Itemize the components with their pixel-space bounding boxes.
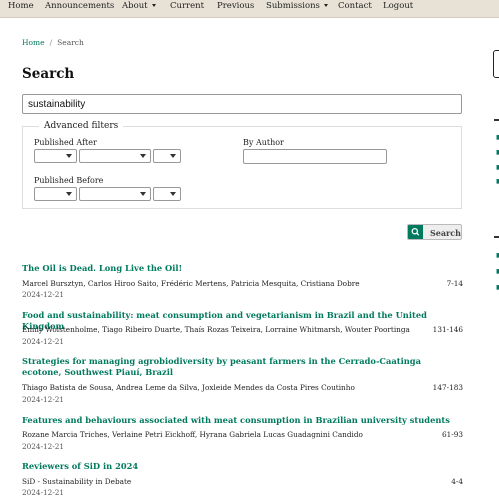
sidebar-heading: [494, 119, 499, 121]
chevron-down-icon: [151, 4, 156, 7]
result-pages: 4-4: [451, 477, 463, 486]
advanced-filters: Advanced filters Published After By Auth…: [22, 121, 462, 209]
by-author-label: By Author: [243, 138, 284, 147]
nav-about[interactable]: About: [122, 1, 156, 11]
nav-current[interactable]: Current: [170, 1, 204, 11]
search-icon: [411, 227, 420, 236]
result-title-link[interactable]: The Oil is Dead. Long Live the Oil!: [22, 263, 462, 274]
published-after-label: Published After: [34, 138, 97, 147]
published-after-year-select[interactable]: [34, 149, 77, 163]
nav-contact[interactable]: Contact: [338, 1, 372, 11]
result-authors: Emily Wolstenholme, Tiago Ribeiro Duarte…: [22, 325, 410, 334]
nav-submissions[interactable]: Submissions: [266, 1, 328, 11]
result-authors: Thiago Batista de Sousa, Andrea Leme da …: [22, 383, 355, 392]
top-navigation: Home Announcements About Current Previou…: [0, 0, 499, 18]
nav-logout[interactable]: Logout: [383, 1, 413, 11]
result-authors: Rozane Marcia Triches, Verlaine Petri Ei…: [22, 430, 363, 439]
result-date: 2024-12-21: [22, 442, 65, 451]
published-after-day-select[interactable]: [153, 149, 181, 163]
advanced-filters-legend: Advanced filters: [39, 121, 124, 131]
result-date: 2024-12-21: [22, 337, 65, 346]
nav-previous[interactable]: Previous: [217, 1, 254, 11]
nav-submissions-label: Submissions: [266, 1, 320, 11]
result-title-link[interactable]: Features and behaviours associated with …: [22, 415, 462, 426]
nav-announcements[interactable]: Announcements: [45, 1, 114, 11]
result-pages: 131-146: [432, 325, 463, 334]
breadcrumb: Home / Search: [22, 38, 84, 47]
search-icon-box: [408, 225, 423, 239]
published-before-month-select[interactable]: [79, 187, 151, 201]
nav-about-label: About: [122, 1, 148, 11]
breadcrumb-current: Search: [57, 38, 84, 47]
published-before-year-select[interactable]: [34, 187, 77, 201]
result-date: 2024-12-21: [22, 488, 65, 497]
breadcrumb-separator: /: [49, 38, 53, 47]
result-title-link[interactable]: Strategies for managing agrobiodiversity…: [22, 356, 462, 378]
chevron-down-icon: [323, 4, 328, 7]
result-date: 2024-12-21: [22, 290, 65, 299]
published-before-day-select[interactable]: [153, 187, 181, 201]
search-input[interactable]: [22, 94, 462, 114]
result-pages: 7-14: [446, 279, 463, 288]
search-button-label: Search: [430, 228, 461, 238]
result-pages: 147-183: [432, 383, 463, 392]
published-before-label: Published Before: [34, 176, 104, 185]
sidebar-block[interactable]: [493, 50, 499, 78]
result-title-link[interactable]: Reviewers of SiD in 2024: [22, 461, 462, 472]
page-title: Search: [22, 66, 75, 82]
result-date: 2024-12-21: [22, 395, 65, 404]
result-authors: SiD - Sustainability in Debate: [22, 477, 132, 486]
sidebar-heading: [494, 236, 499, 238]
author-input[interactable]: [243, 149, 387, 164]
nav-home[interactable]: Home: [8, 1, 34, 11]
search-button[interactable]: Search: [407, 224, 462, 240]
result-pages: 61-93: [441, 430, 463, 439]
result-authors: Marcel Bursztyn, Carlos Hiroo Saito, Fré…: [22, 279, 360, 288]
published-after-month-select[interactable]: [79, 149, 151, 163]
breadcrumb-home-link[interactable]: Home: [22, 38, 45, 47]
